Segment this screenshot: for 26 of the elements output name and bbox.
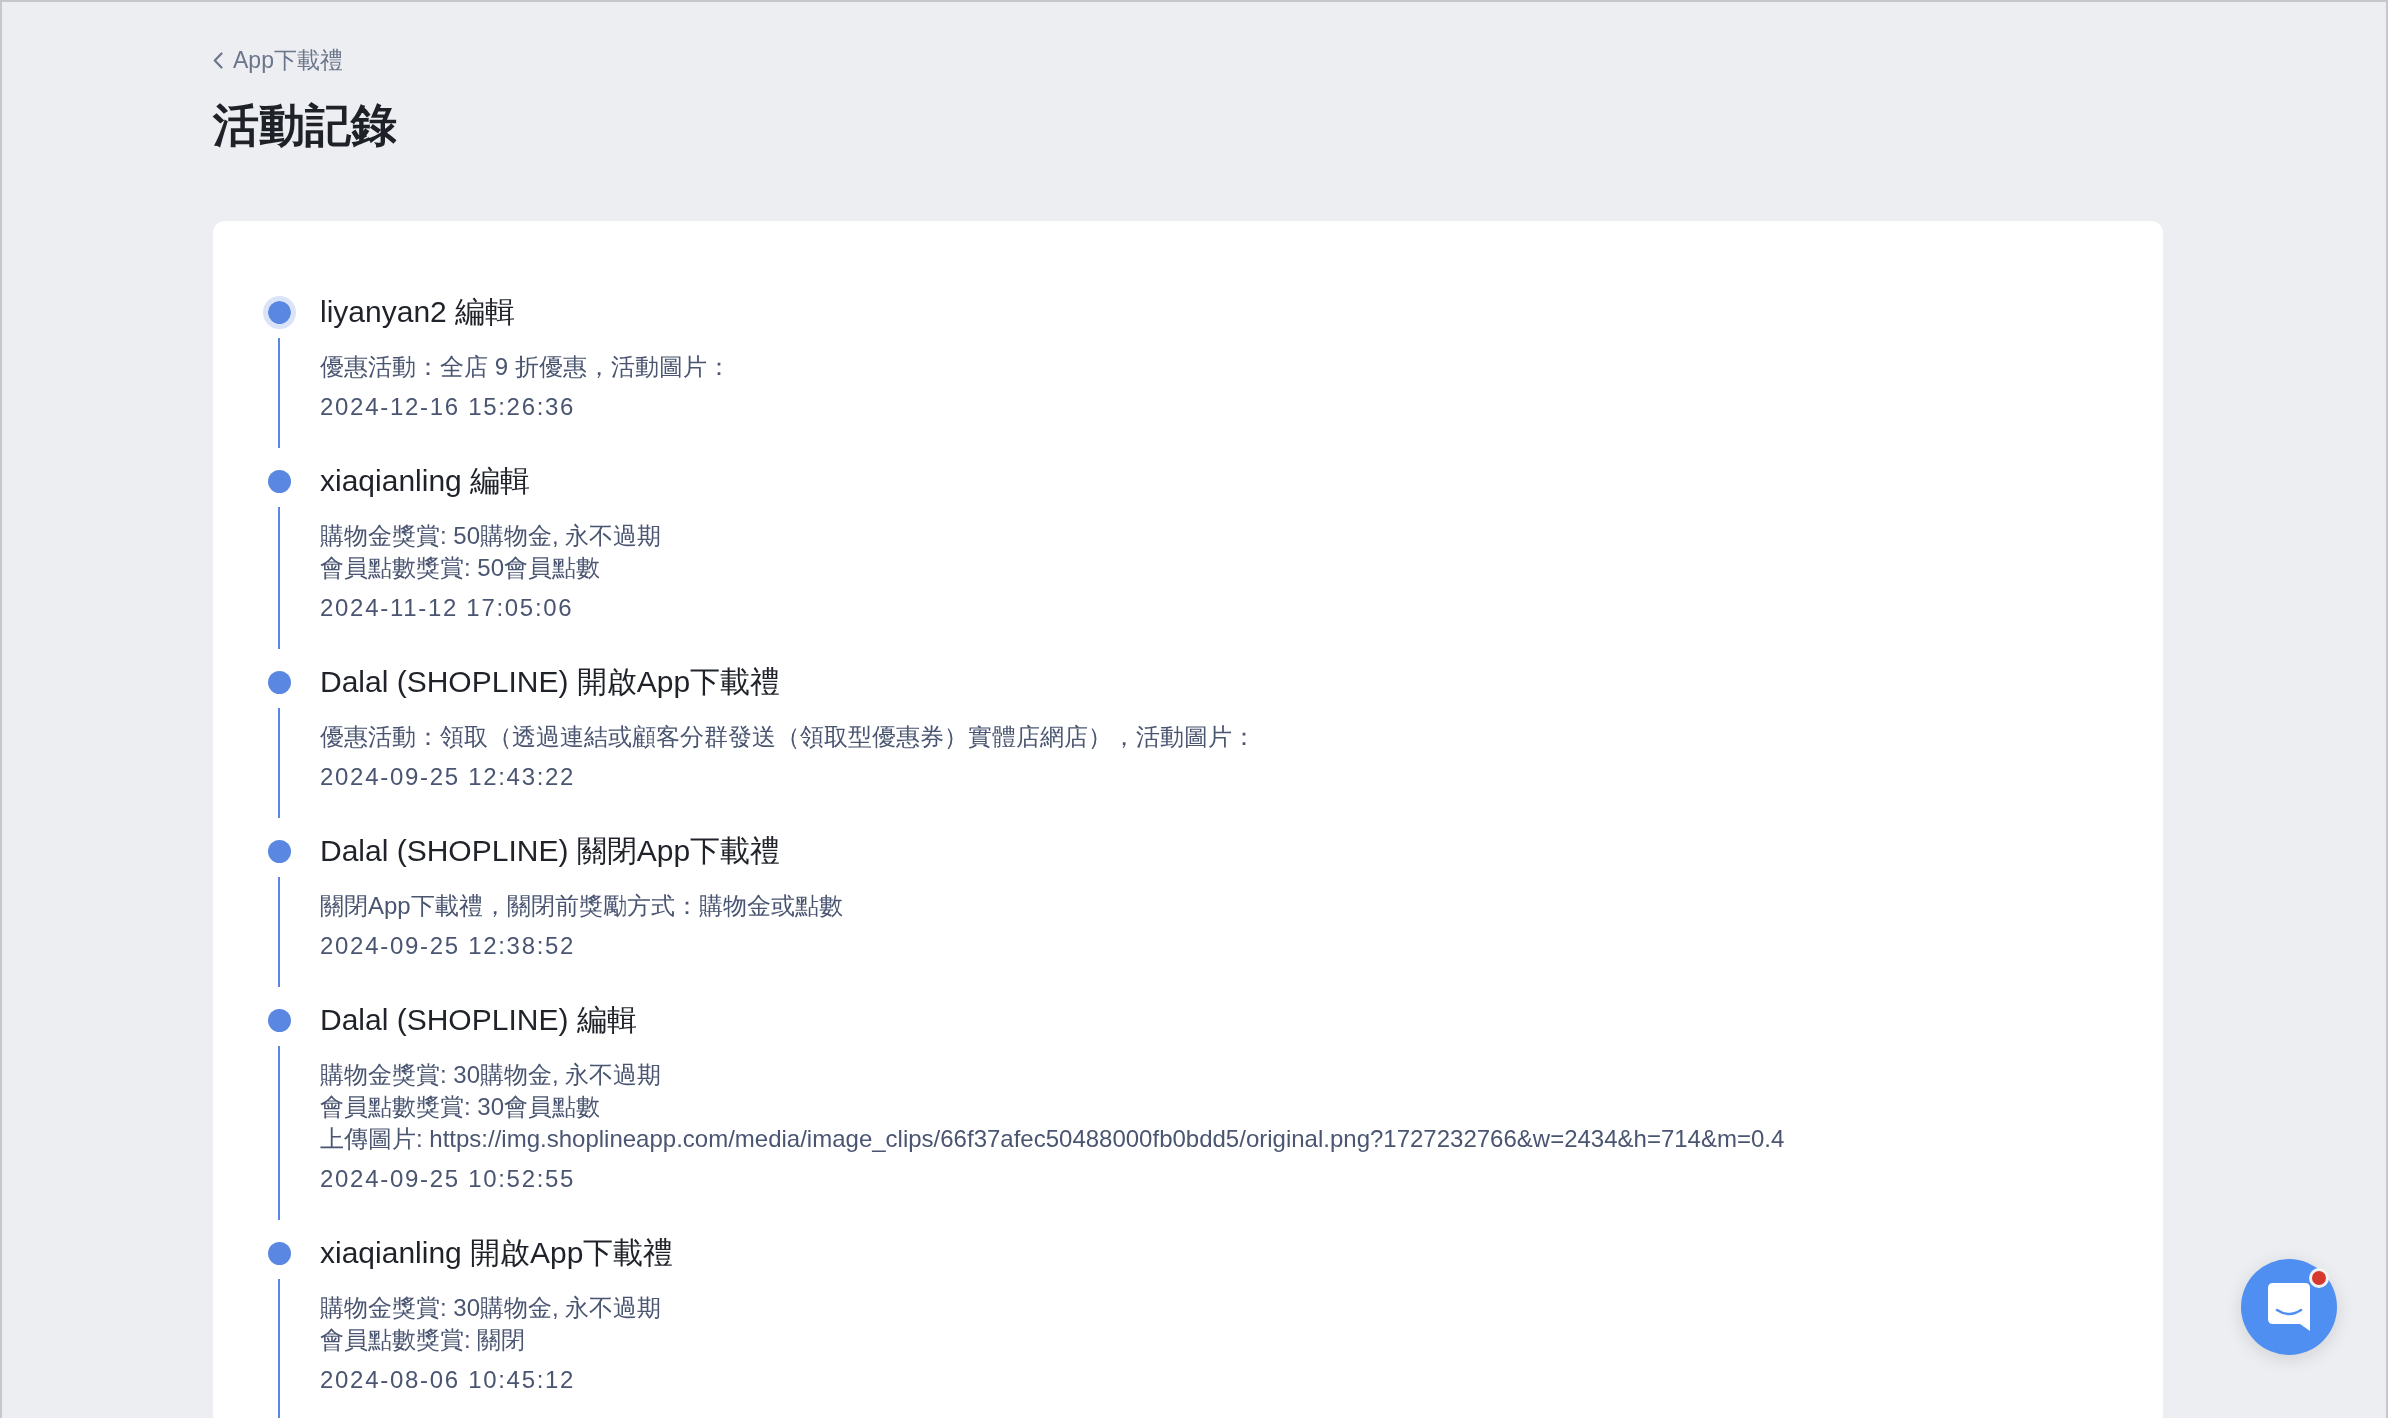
activity-detail: 關閉App下載禮，關閉前獎勵方式：購物金或點數 [320, 891, 843, 921]
activity-title: Dalal (SHOPLINE) 關閉App下載禮 [320, 833, 781, 869]
activity-time: 2024-09-25 12:43:22 [320, 762, 576, 792]
activity-time: 2024-11-12 17:05:06 [320, 593, 574, 623]
back-link[interactable]: App下載禮 [213, 44, 343, 76]
activity-detail: 會員點數獎賞: 50會員點數 [320, 553, 601, 583]
activity-detail: 購物金獎賞: 30購物金, 永不過期 [320, 1060, 662, 1090]
activity-detail: 優惠活動：領取（透過連結或顧客分群發送（領取型優惠券）實體店網店），活動圖片： [320, 722, 1256, 752]
activity-time: 2024-12-16 15:26:36 [320, 392, 576, 422]
activity-title: liyanyan2 編輯 [320, 294, 516, 330]
activity-title: Dalal (SHOPLINE) 編輯 [320, 1002, 637, 1038]
activity-title: xiaqianling 開啟App下載禮 [320, 1235, 674, 1271]
chevron-left-icon [213, 51, 223, 69]
activity-detail: 會員點數獎賞: 30會員點數 [320, 1092, 601, 1122]
activity-detail: 優惠活動：全店 9 折優惠，活動圖片： [320, 352, 731, 382]
page-title: 活動記錄 [213, 98, 397, 153]
activity-detail: 會員點數獎賞: 關閉 [320, 1325, 526, 1355]
activity-time: 2024-09-25 12:38:52 [320, 931, 576, 961]
activity-title: xiaqianling 編輯 [320, 463, 531, 499]
activity-time: 2024-08-06 10:45:12 [320, 1365, 576, 1395]
activity-detail: 購物金獎賞: 50購物金, 永不過期 [320, 521, 662, 551]
chat-bubble-icon [2268, 1283, 2310, 1331]
activity-detail: 上傳圖片: https://img.shoplineapp.com/media/image_clips/66f37afec50488000fb0bdd5/original.png?1727232766&w=2434&h=714&m=0.4 [320, 1124, 1785, 1154]
activity-detail: 購物金獎賞: 30購物金, 永不過期 [320, 1293, 662, 1323]
activity-title: Dalal (SHOPLINE) 開啟App下載禮 [320, 664, 781, 700]
activity-time: 2024-09-25 10:52:55 [320, 1164, 576, 1194]
